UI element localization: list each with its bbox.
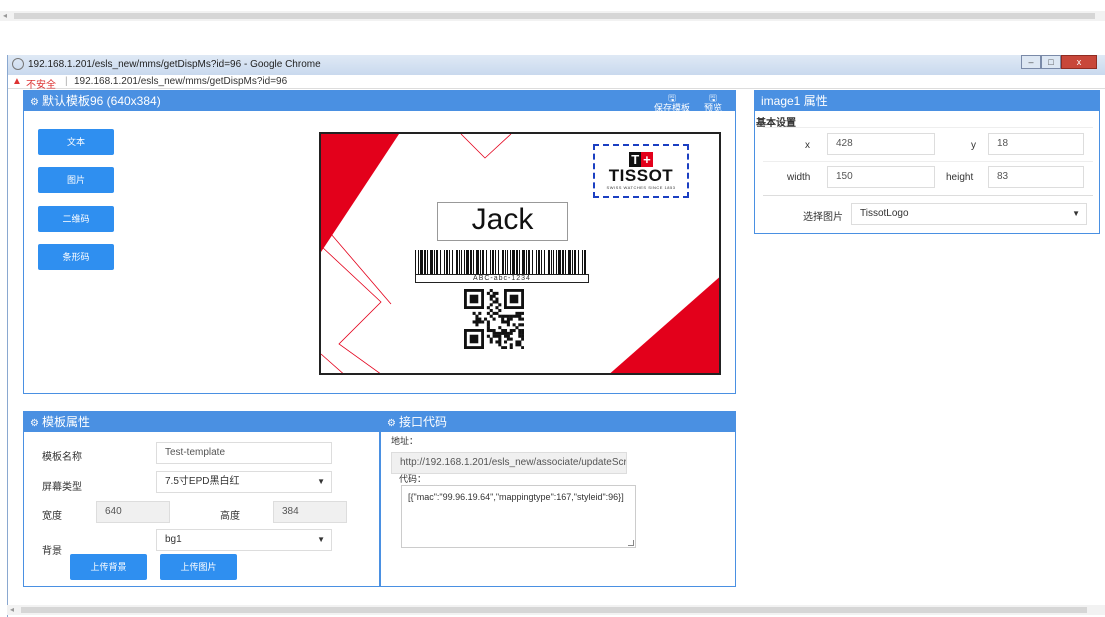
- scrollbar-thumb[interactable]: [14, 13, 1095, 19]
- height-label: height: [946, 172, 974, 183]
- code-label: 代码：: [399, 474, 427, 484]
- y-label: y: [971, 140, 976, 151]
- upload-background-button[interactable]: 上传背景: [70, 554, 147, 580]
- browser-window: 192.168.1.201/esls_new/mms/getDispMs?id=…: [7, 55, 1105, 617]
- tool-image-button[interactable]: 图片: [38, 167, 114, 193]
- select-image-value: TissotLogo: [860, 208, 909, 219]
- upload-image-button[interactable]: 上传图片: [160, 554, 237, 580]
- template-height-input[interactable]: 384: [273, 501, 347, 523]
- tool-text-button[interactable]: 文本: [38, 129, 114, 155]
- x-input[interactable]: 428: [827, 133, 935, 155]
- window-title: 192.168.1.201/esls_new/mms/getDispMs?id=…: [28, 59, 321, 70]
- chrome-icon: [12, 58, 24, 70]
- width-label: 宽度: [42, 511, 62, 522]
- scroll-left-icon[interactable]: ◂: [3, 11, 7, 21]
- scroll-left-icon[interactable]: ◂: [10, 605, 14, 615]
- template-name-input[interactable]: Test-template: [156, 442, 332, 464]
- image-properties-panel: image1 属性 基本设置 x 428 y 18 width 150 heig…: [754, 90, 1100, 234]
- address-label: 地址：: [391, 436, 419, 446]
- chevron-down-icon: ▼: [317, 477, 325, 486]
- design-canvas[interactable]: T + TISSOT SWISS WATCHES SINCE 1853 Jack …: [319, 132, 721, 375]
- chevron-down-icon: ▼: [1072, 209, 1080, 218]
- warning-icon: ▲: [12, 76, 22, 87]
- width-label: width: [787, 172, 811, 183]
- logo-mark-cross: +: [641, 152, 653, 167]
- barcode-text: ABC-abc-1234: [415, 274, 589, 283]
- minimize-button[interactable]: –: [1021, 55, 1041, 69]
- close-button[interactable]: x: [1061, 55, 1097, 69]
- window-titlebar: 192.168.1.201/esls_new/mms/getDispMs?id=…: [8, 55, 1105, 75]
- logo-brand: TISSOT: [608, 166, 674, 185]
- scrollbar-thumb[interactable]: [21, 607, 1087, 613]
- background-dropdown[interactable]: bg1 ▼: [156, 529, 332, 551]
- gears-icon: ⚙: [387, 418, 396, 429]
- api-code-header: ⚙ 接口代码: [381, 412, 735, 432]
- address-bar[interactable]: ▲ 不安全 | 192.168.1.201/esls_new/mms/getDi…: [8, 75, 1105, 91]
- background-label: 背景: [42, 546, 62, 557]
- save-template-button[interactable]: 🖫 保存模板: [654, 93, 690, 113]
- editor-header: ⚙ 默认模板96 (640x384) 🖫 保存模板 🖫 预览: [24, 91, 735, 113]
- code-textarea[interactable]: [{"mac":"99.96.19.64","mappingtype":167,…: [401, 485, 636, 548]
- logo-mark-t: T: [629, 152, 642, 167]
- image-properties-header: image1 属性: [755, 91, 1099, 111]
- bottom-scrollbar[interactable]: ◂: [7, 605, 1105, 615]
- barcode-element[interactable]: ABC-abc-1234: [413, 250, 591, 284]
- qrcode-element[interactable]: [464, 289, 524, 349]
- y-input[interactable]: 18: [988, 133, 1084, 155]
- name-text-element[interactable]: Jack: [437, 202, 568, 241]
- template-width-input[interactable]: 640: [96, 501, 170, 523]
- save-icon: 🖫: [668, 93, 676, 103]
- gears-icon: ⚙: [30, 418, 39, 429]
- screen-type-dropdown[interactable]: 7.5寸EPD黑白红 ▼: [156, 471, 332, 493]
- logo-subtitle: SWISS WATCHES SINCE 1853: [606, 185, 676, 190]
- resize-grip-icon[interactable]: [628, 540, 634, 546]
- barcode-bars: [415, 250, 586, 274]
- editor-panel: ⚙ 默认模板96 (640x384) 🖫 保存模板 🖫 预览 文本 图片 二维码 条形…: [23, 90, 736, 394]
- tissot-logo-image[interactable]: T + TISSOT SWISS WATCHES SINCE 1853: [593, 144, 689, 198]
- address-input[interactable]: http://192.168.1.201/esls_new/associate/…: [391, 452, 627, 474]
- tool-barcode-button[interactable]: 条形码: [38, 244, 114, 270]
- editor-title: 默认模板96 (640x384): [41, 94, 161, 108]
- template-properties-header: ⚙ 模板属性: [24, 412, 379, 432]
- preview-button[interactable]: 🖫 预览: [701, 93, 725, 113]
- template-name-label: 模板名称: [42, 452, 82, 463]
- gears-icon: ⚙: [30, 97, 39, 108]
- chevron-down-icon: ▼: [317, 535, 325, 544]
- select-image-dropdown[interactable]: TissotLogo ▼: [851, 203, 1087, 225]
- api-code-panel: ⚙ 接口代码 地址： http://192.168.1.201/esls_new/…: [380, 411, 736, 587]
- screen-type-label: 屏幕类型: [42, 482, 82, 493]
- preview-icon: 🖫: [709, 93, 717, 103]
- width-input[interactable]: 150: [827, 166, 935, 188]
- top-scrollbar[interactable]: ◂: [0, 11, 1105, 21]
- height-label: 高度: [220, 511, 240, 522]
- insecure-label: 不安全: [26, 80, 56, 91]
- x-label: x: [805, 140, 810, 151]
- maximize-button[interactable]: □: [1041, 55, 1061, 69]
- url-text[interactable]: 192.168.1.201/esls_new/mms/getDispMs?id=…: [74, 76, 287, 87]
- height-input[interactable]: 83: [988, 166, 1084, 188]
- select-image-label: 选择图片: [803, 212, 843, 223]
- tool-qrcode-button[interactable]: 二维码: [38, 206, 114, 232]
- template-properties-panel: ⚙ 模板属性 模板名称 Test-template 屏幕类型 7.5寸EPD黑白红…: [23, 411, 380, 587]
